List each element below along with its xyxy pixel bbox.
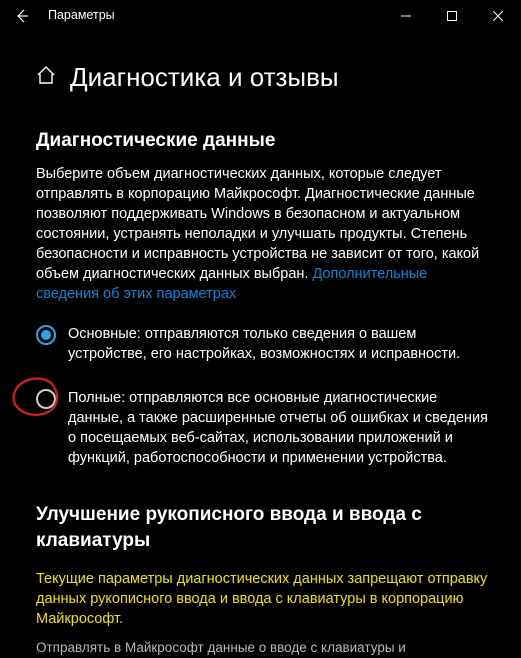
window-controls [383,0,521,32]
close-button[interactable] [475,0,521,32]
diagnostic-data-radio-group: Основные: отправляются только сведения о… [36,324,491,468]
radio-option-full[interactable]: Полные: отправляются все основные диагно… [36,388,491,468]
handwriting-cutoff-text: Отправлять в Майкрософт данные о вводе с… [36,639,491,658]
radio-indicator-basic [36,325,56,345]
minimize-button[interactable] [383,0,429,32]
home-button[interactable] [36,65,56,91]
handwriting-warning: Текущие параметры диагностических данных… [36,569,491,629]
arrow-left-icon [14,8,30,24]
diagnostic-data-desc-text: Выберите объем диагностических данных, к… [36,166,479,282]
radio-option-basic[interactable]: Основные: отправляются только сведения о… [36,324,491,364]
radio-label-basic: Основные: отправляются только сведения о… [68,324,491,364]
close-icon [493,11,503,21]
radio-label-full: Полные: отправляются все основные диагно… [68,388,491,468]
page-title: Диагностика и отзывы [70,60,339,96]
home-icon [36,65,56,85]
maximize-button[interactable] [429,0,475,32]
maximize-icon [447,11,457,21]
back-button[interactable] [0,0,44,32]
section-heading-handwriting: Улучшение рукописного ввода и ввода с кл… [36,502,491,554]
diagnostic-data-description: Выберите объем диагностических данных, к… [36,164,491,304]
page-header: Диагностика и отзывы [0,32,521,106]
content-area: Диагностические данные Выберите объем ди… [0,106,521,657]
section-heading-diagnostic-data: Диагностические данные [36,128,491,154]
radio-indicator-full [36,389,56,409]
minimize-icon [401,11,411,21]
app-title: Параметры [44,7,115,24]
titlebar: Параметры [0,0,521,32]
